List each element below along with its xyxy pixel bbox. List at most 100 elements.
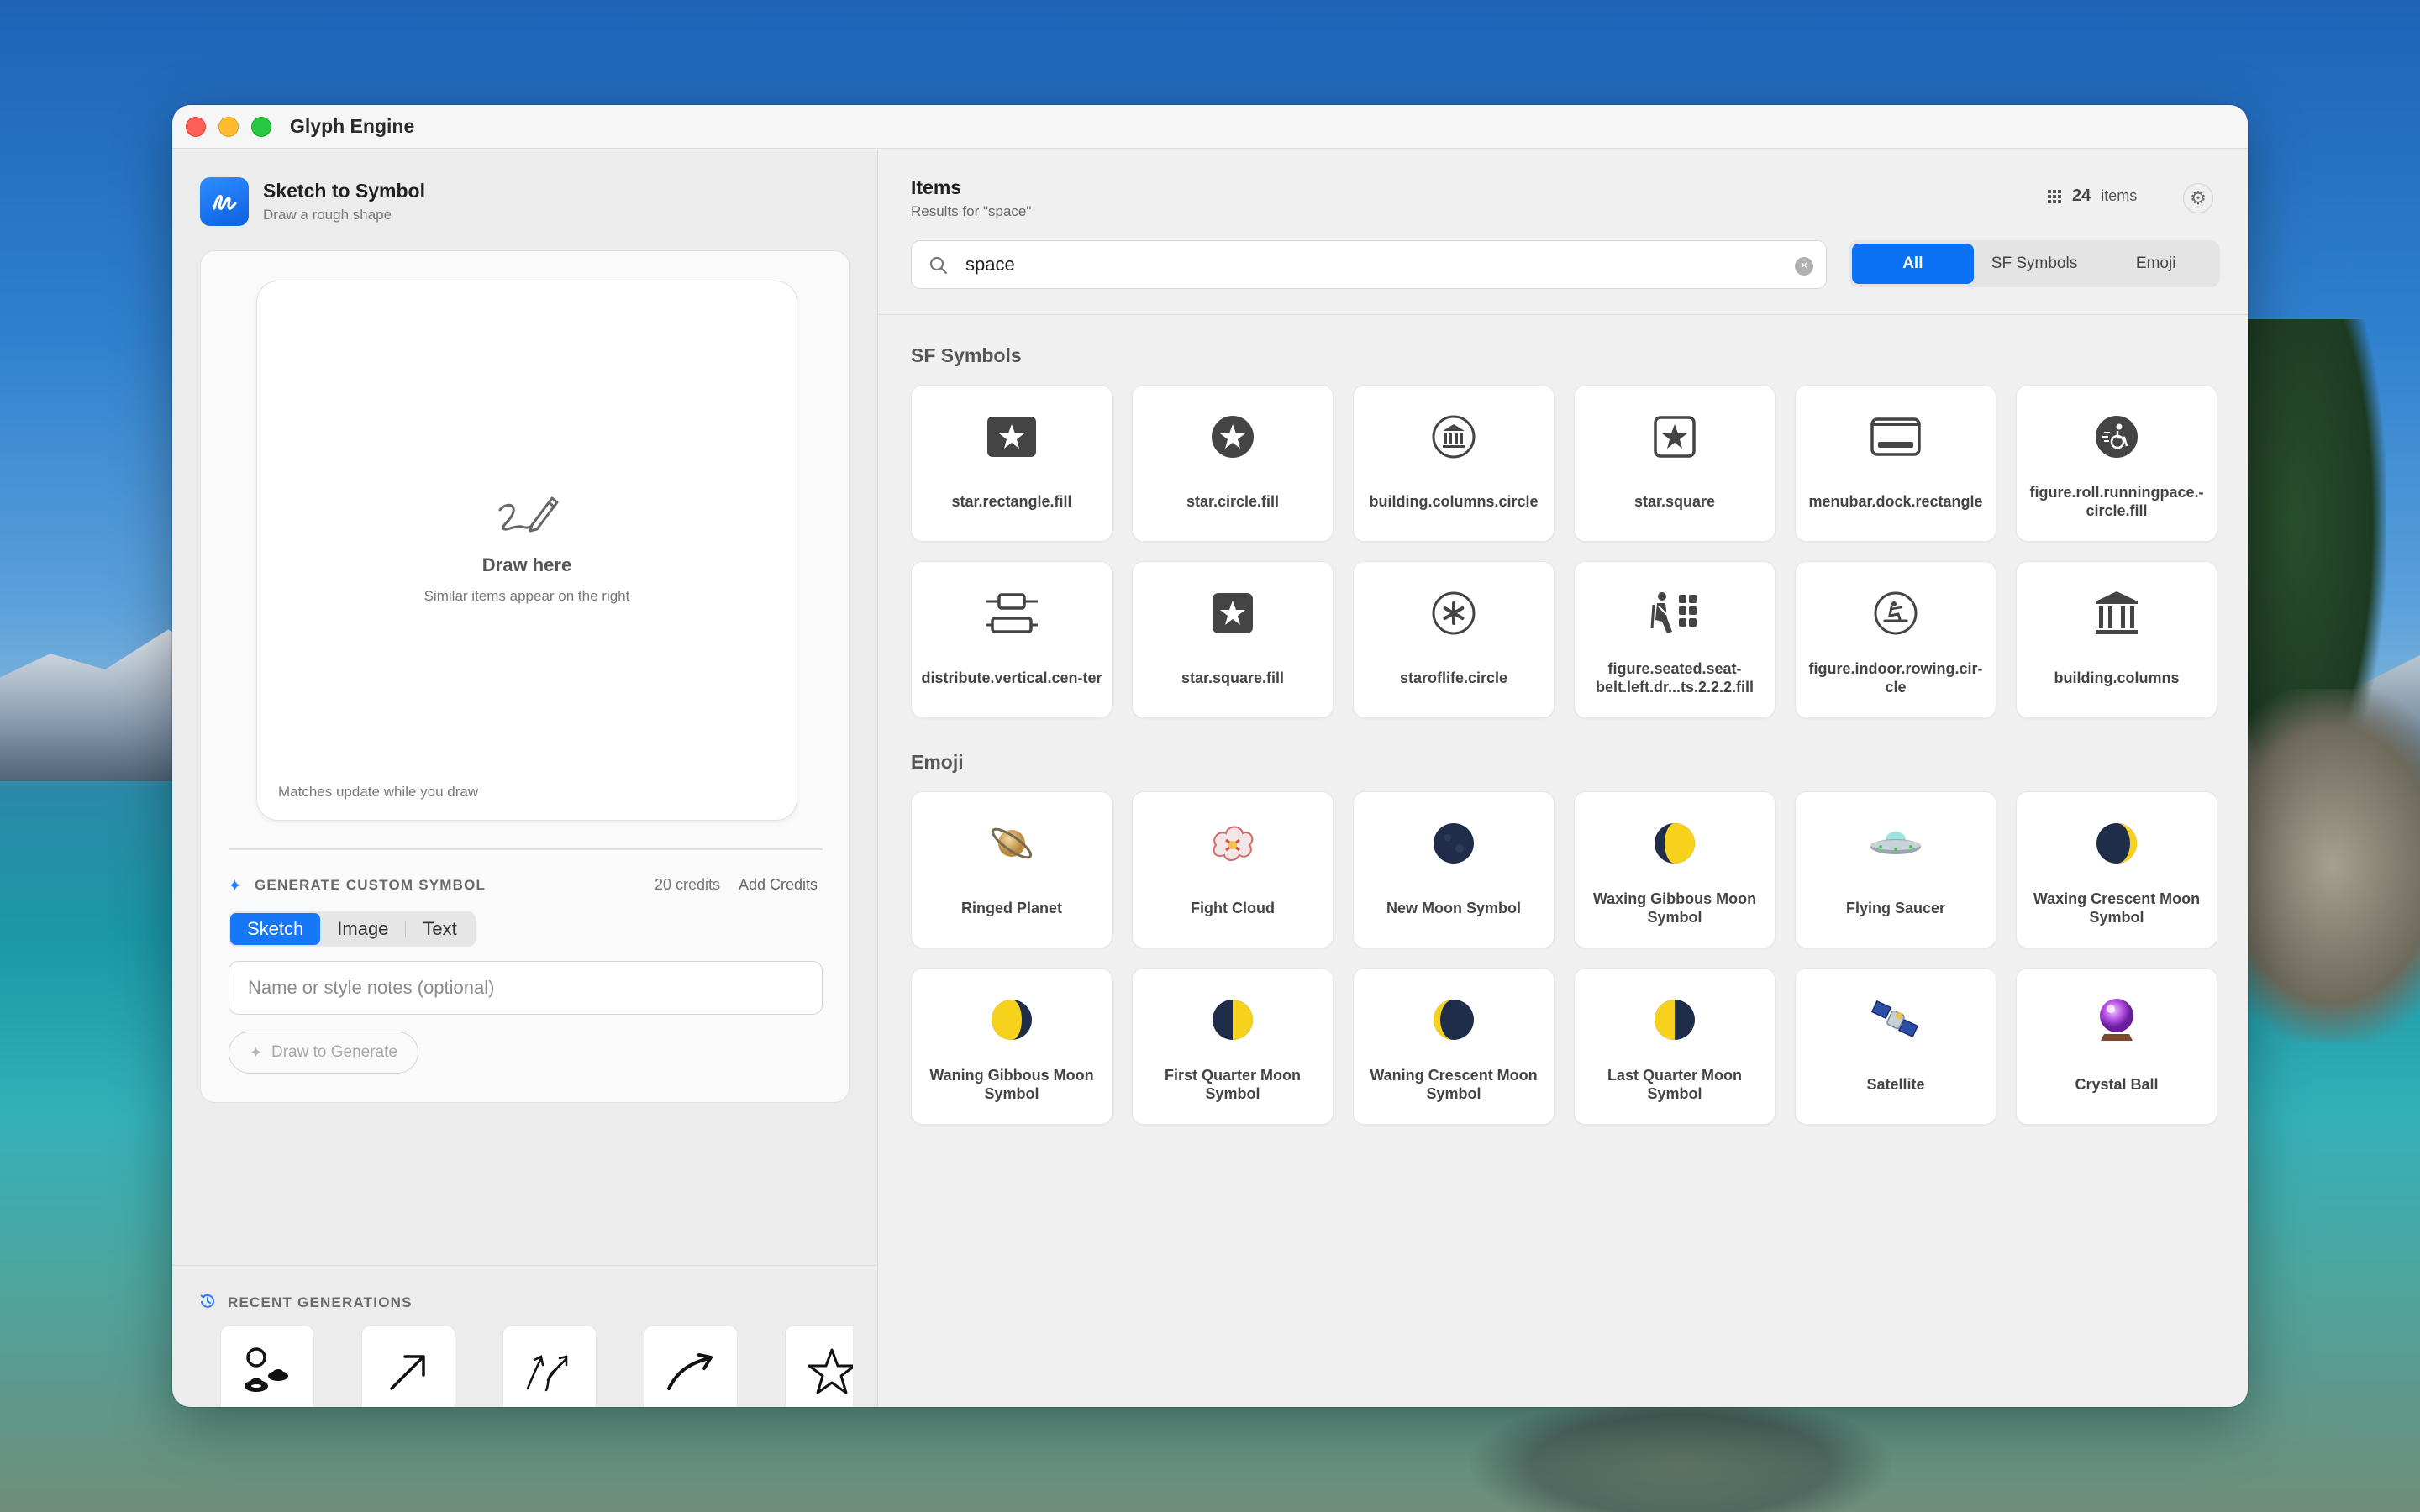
recent-generations-label: RECENT GENERATIONS (228, 1294, 413, 1310)
staroflife-circle-icon (1432, 591, 1476, 635)
results-panel: Items Results for "space" 24 items ⚙ spa… (879, 150, 2248, 1407)
emoji-tile[interactable]: First Quarter Moon Symbol (1132, 968, 1334, 1125)
generate-section-label: GENERATE CUSTOM SYMBOL (255, 877, 487, 893)
wallpaper-submerged-rock (1470, 1394, 1891, 1512)
filter-sf-symbols-tab[interactable]: SF Symbols (1974, 244, 2096, 284)
last-quarter-moon-emoji (1655, 1000, 1695, 1040)
waning-gibbous-moon-emoji (992, 1000, 1032, 1040)
source-filter: All SF Symbols Emoji (1849, 240, 2220, 287)
item-count: 24 items (2047, 186, 2137, 206)
results-title: Items (911, 176, 962, 198)
person-with-saucers-icon (245, 1347, 288, 1392)
sketch-panel: Sketch to Symbol Draw a rough shape Draw… (172, 150, 878, 1407)
header-divider (879, 314, 2248, 315)
name-notes-field[interactable] (229, 961, 823, 1015)
filter-emoji-tab[interactable]: Emoji (2095, 244, 2217, 284)
recent-item-curved-arrow[interactable] (644, 1325, 738, 1407)
drawing-canvas[interactable]: Draw here Similar items appear on the ri… (256, 281, 797, 821)
recent-generations-strip[interactable] (214, 1325, 853, 1407)
sf-symbols-section-title: SF Symbols (911, 344, 1022, 366)
title-bar: Glyph Engine (172, 105, 2248, 149)
curved-arrow-icon (667, 1353, 713, 1390)
emoji-tile[interactable]: Fight Cloud (1132, 791, 1334, 948)
zoom-window-button[interactable] (251, 117, 271, 137)
search-field[interactable]: space × (911, 240, 1827, 289)
symbol-tile[interactable]: star.rectangle.fill (911, 385, 1113, 542)
mode-image-tab[interactable]: Image (320, 913, 405, 945)
symbol-tile[interactable]: menubar.dock.rectangle (1795, 385, 1996, 542)
app-logo-icon (200, 177, 249, 226)
crystal-ball-emoji (2100, 999, 2133, 1041)
sf-symbols-grid: star.rectangle.fill star.circle.fill bui… (911, 385, 2220, 718)
grid-icon (2048, 189, 2061, 203)
emoji-tile[interactable]: Crystal Ball (2016, 968, 2217, 1125)
arrow-up-right-icon (390, 1355, 425, 1390)
add-credits-link[interactable]: Add Credits (739, 876, 818, 894)
emoji-grid: Ringed Planet Fight Cloud New Moon Symbo… (911, 791, 2220, 1125)
emoji-tile[interactable]: Waxing Crescent Moon Symbol (2016, 791, 2217, 948)
draw-to-generate-button[interactable]: ✦ Draw to Generate (229, 1032, 418, 1074)
symbol-tile[interactable]: distribute.vertical.cen-ter (911, 561, 1113, 718)
canvas-prompt-subtitle: Similar items appear on the right (424, 588, 630, 604)
settings-gear-button[interactable]: ⚙ (2183, 183, 2213, 213)
sparkle-icon: ✦ (250, 1044, 263, 1061)
emoji-tile[interactable]: Satellite (1795, 968, 1996, 1125)
star-rectangle-fill-icon (987, 417, 1036, 457)
emoji-tile[interactable]: New Moon Symbol (1353, 791, 1555, 948)
waxing-crescent-moon-emoji (2096, 823, 2137, 864)
clear-search-icon[interactable]: × (1795, 257, 1813, 276)
emoji-tile[interactable]: Ringed Planet (911, 791, 1113, 948)
symbol-tile[interactable]: figure.roll.runningpace.-circle.fill (2016, 385, 2217, 542)
symbol-tile[interactable]: figure.indoor.rowing.cir-cle (1795, 561, 1996, 718)
canvas-prompt-title: Draw here (481, 554, 572, 575)
filter-all-tab[interactable]: All (1852, 244, 1974, 284)
emoji-tile[interactable]: Waning Crescent Moon Symbol (1353, 968, 1555, 1125)
figure-roll-runningpace-circle-fill-icon (2096, 416, 2138, 458)
emoji-section-title: Emoji (911, 751, 964, 773)
emoji-tile[interactable]: Flying Saucer (1795, 791, 1996, 948)
recent-item-double-wavy-arrows[interactable] (502, 1325, 597, 1407)
credits-count: 20 credits (655, 876, 721, 893)
search-input-value[interactable]: space (965, 254, 1015, 276)
ringed-planet-emoji (991, 827, 1033, 859)
item-count-number: 24 (2072, 186, 2091, 205)
double-wavy-arrows-icon (526, 1355, 568, 1392)
mode-sketch-tab[interactable]: Sketch (230, 913, 321, 945)
symbol-tile[interactable]: star.square (1574, 385, 1776, 542)
emoji-tile[interactable]: Last Quarter Moon Symbol (1574, 968, 1776, 1125)
symbol-tile[interactable]: staroflife.circle (1353, 561, 1555, 718)
search-icon (929, 256, 948, 275)
figure-indoor-rowing-circle-icon (1874, 591, 1918, 635)
app-title: Sketch to Symbol (263, 180, 425, 202)
app-window: Glyph Engine Sketch to Symbol Draw a rou… (172, 105, 2248, 1407)
item-count-label: items (2101, 187, 2138, 204)
symbol-tile[interactable]: figure.seated.seat-belt.left.dr...ts.2.2… (1574, 561, 1776, 718)
recent-item-person-with-saucers[interactable] (220, 1325, 314, 1407)
recent-item-star-outline[interactable] (785, 1325, 853, 1407)
symbol-tile[interactable]: building.columns (2016, 561, 2217, 718)
sketch-card: Draw here Similar items appear on the ri… (200, 250, 850, 1103)
star-square-icon (1654, 416, 1696, 458)
draw-to-generate-label: Draw to Generate (271, 1043, 397, 1061)
waning-crescent-moon-emoji (1434, 1000, 1474, 1040)
app-subtitle: Draw a rough shape (263, 207, 392, 223)
recent-item-arrow-up-right[interactable] (361, 1325, 455, 1407)
symbol-tile[interactable]: building.columns.circle (1353, 385, 1555, 542)
symbol-tile[interactable]: star.square.fill (1132, 561, 1334, 718)
star-outline-icon (808, 1348, 853, 1394)
mode-text-tab[interactable]: Text (406, 913, 473, 945)
symbol-tile[interactable]: star.circle.fill (1132, 385, 1334, 542)
minimize-window-button[interactable] (218, 117, 239, 137)
emoji-tile[interactable]: Waxing Gibbous Moon Symbol (1574, 791, 1776, 948)
fight-cloud-emoji (1213, 826, 1254, 861)
star-circle-fill-icon (1212, 416, 1254, 458)
distribute-vertical-center-icon (986, 593, 1038, 633)
close-window-button[interactable] (186, 117, 206, 137)
history-clock-icon (199, 1293, 216, 1315)
results-subtitle: Results for "space" (911, 203, 1032, 219)
menubar-dock-rectangle-icon (1870, 417, 1921, 456)
emoji-tile[interactable]: Waning Gibbous Moon Symbol (911, 968, 1113, 1125)
canvas-footer-note: Matches update while you draw (278, 784, 479, 800)
building-columns-icon (2096, 591, 2138, 634)
first-quarter-moon-emoji (1213, 1000, 1253, 1040)
